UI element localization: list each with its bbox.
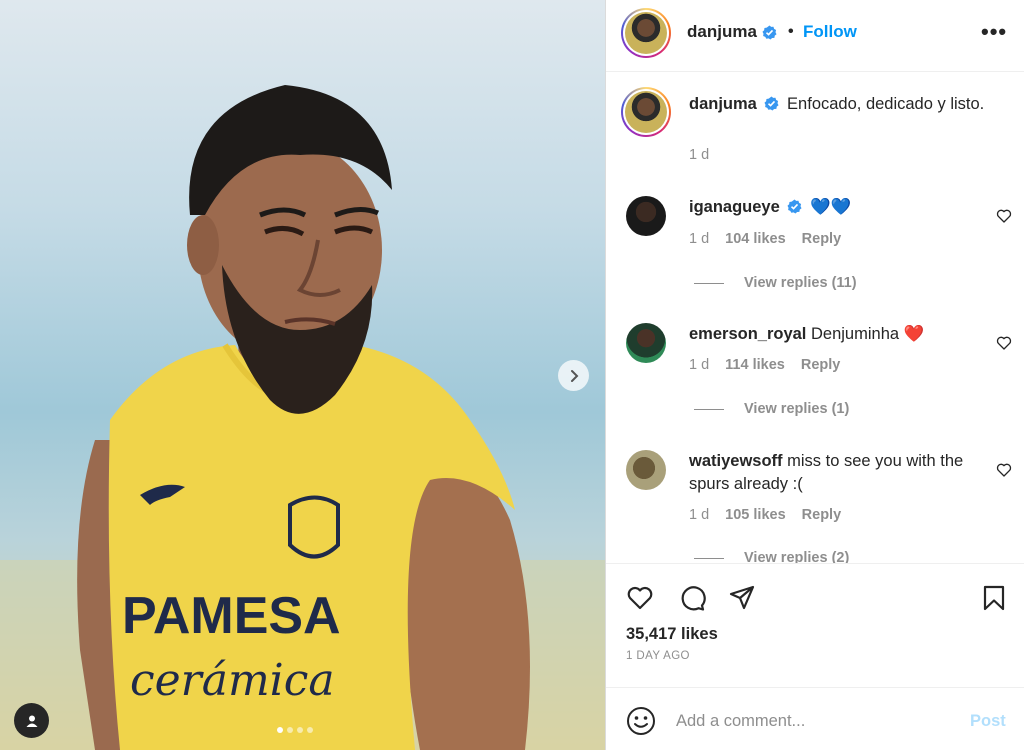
player-illustration: PAMESA cerámica bbox=[0, 85, 605, 750]
follow-button[interactable]: Follow bbox=[803, 22, 857, 42]
comment-meta: 1 d 105 likes Reply bbox=[689, 507, 841, 523]
view-replies-line bbox=[694, 408, 724, 410]
commenter-avatar[interactable] bbox=[626, 450, 666, 490]
author-avatar[interactable] bbox=[621, 8, 671, 58]
view-replies-label[interactable]: View replies (1) bbox=[744, 401, 849, 417]
post-photo[interactable]: PAMESA cerámica bbox=[0, 0, 605, 750]
heart-icon[interactable] bbox=[626, 584, 654, 612]
comment-meta: 1 d 104 likes Reply bbox=[689, 231, 841, 247]
likes-count[interactable]: 35,417 likes bbox=[626, 625, 718, 644]
header-separator: • bbox=[788, 23, 794, 40]
verified-badge-icon bbox=[762, 24, 777, 40]
comment-meta: 1 d 114 likes Reply bbox=[689, 357, 840, 373]
comment-reply-button[interactable]: Reply bbox=[802, 231, 842, 247]
view-replies-label[interactable]: View replies (2) bbox=[744, 550, 849, 563]
carousel-dot bbox=[277, 727, 283, 733]
bookmark-icon[interactable] bbox=[980, 584, 1008, 612]
caption-username[interactable]: danjuma bbox=[689, 95, 757, 113]
view-replies-line bbox=[694, 557, 724, 559]
comment-like-heart-icon[interactable] bbox=[996, 208, 1012, 224]
commenter-avatar[interactable] bbox=[626, 196, 666, 236]
comment-reply-button[interactable]: Reply bbox=[802, 507, 842, 523]
caption-timestamp[interactable]: 1 d bbox=[689, 147, 709, 163]
commenter-username[interactable]: watiyewsoff bbox=[689, 452, 783, 470]
comment-timestamp[interactable]: 1 d bbox=[689, 231, 709, 247]
carousel-dot bbox=[287, 727, 293, 733]
carousel-dot bbox=[297, 727, 303, 733]
comment-likes[interactable]: 114 likes bbox=[725, 357, 785, 373]
comment-like-heart-icon[interactable] bbox=[996, 462, 1012, 478]
comment-like-heart-icon[interactable] bbox=[996, 335, 1012, 351]
carousel-next-button[interactable] bbox=[558, 360, 589, 391]
post-header: danjuma • Follow ••• bbox=[606, 0, 1024, 72]
view-replies-line bbox=[694, 282, 724, 284]
chevron-right-icon bbox=[570, 369, 578, 382]
carousel-indicator bbox=[277, 727, 313, 733]
more-options-icon[interactable]: ••• bbox=[981, 21, 1007, 43]
comment-text: iganagueye 💙💙 bbox=[689, 196, 979, 219]
comment-text: emerson_royal Denjuminha ❤️ bbox=[689, 323, 979, 346]
view-replies-button[interactable]: View replies (1) bbox=[694, 401, 849, 417]
comment-timestamp[interactable]: 1 d bbox=[689, 507, 709, 523]
paper-plane-icon[interactable] bbox=[728, 584, 756, 612]
caption-text: danjuma Enfocado, dedicado y listo. bbox=[689, 93, 989, 116]
commenter-username[interactable]: iganagueye bbox=[689, 198, 780, 216]
verified-badge-icon bbox=[764, 96, 779, 111]
author-name-text[interactable]: danjuma bbox=[687, 22, 757, 42]
user-icon bbox=[26, 715, 37, 727]
commenter-avatar[interactable] bbox=[626, 323, 666, 363]
caption-author-avatar[interactable] bbox=[621, 87, 671, 137]
comment-icon[interactable] bbox=[678, 584, 706, 612]
commenter-username[interactable]: emerson_royal bbox=[689, 325, 806, 343]
comment-input[interactable] bbox=[676, 706, 946, 736]
jersey-sponsor-text: PAMESA bbox=[122, 587, 341, 645]
tagged-users-button[interactable] bbox=[14, 703, 49, 738]
add-comment-bar: Post bbox=[606, 687, 1024, 750]
comment-likes[interactable]: 104 likes bbox=[725, 231, 785, 247]
comment-reply-button[interactable]: Reply bbox=[801, 357, 841, 373]
comment-text: watiyewsoff miss to see you with the spu… bbox=[689, 450, 979, 496]
caption-body: Enfocado, dedicado y listo. bbox=[787, 95, 985, 113]
comment-body: 💙💙 bbox=[809, 198, 852, 216]
verified-badge-icon bbox=[787, 199, 802, 214]
view-replies-label[interactable]: View replies (11) bbox=[744, 275, 857, 291]
carousel-dot bbox=[307, 727, 313, 733]
comment-body: Denjuminha ❤️ bbox=[811, 325, 925, 343]
post-actions: 35,417 likes 1 DAY AGO bbox=[606, 563, 1024, 687]
comments-list[interactable]: danjuma Enfocado, dedicado y listo. 1 d … bbox=[606, 73, 1024, 563]
author-username[interactable]: danjuma bbox=[687, 22, 777, 42]
view-replies-button[interactable]: View replies (11) bbox=[694, 275, 857, 291]
view-replies-button[interactable]: View replies (2) bbox=[694, 550, 849, 563]
jersey-sponsor-subtext: cerámica bbox=[130, 655, 335, 706]
comment-timestamp[interactable]: 1 d bbox=[689, 357, 709, 373]
comment-likes[interactable]: 105 likes bbox=[725, 507, 785, 523]
post-comment-button[interactable]: Post bbox=[970, 712, 1006, 731]
post-side-panel: danjuma • Follow ••• danjuma Enfocado, d… bbox=[605, 0, 1024, 750]
post-timestamp[interactable]: 1 DAY AGO bbox=[626, 650, 690, 662]
smiley-icon[interactable] bbox=[626, 706, 656, 736]
